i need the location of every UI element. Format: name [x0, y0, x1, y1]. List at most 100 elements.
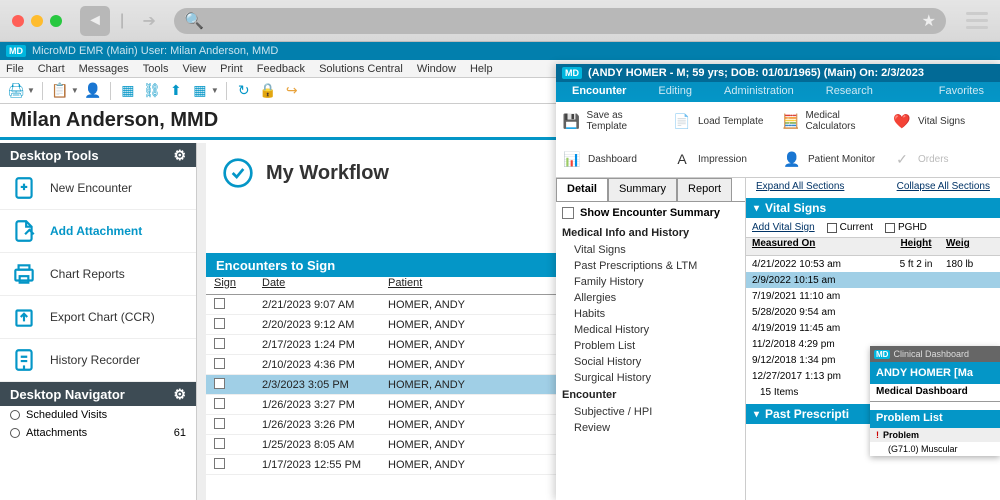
logout-icon[interactable]: ↪ [282, 81, 302, 101]
checkbox-icon[interactable] [214, 398, 225, 409]
mh-habits[interactable]: Habits [556, 306, 745, 322]
tab-favorites[interactable]: Favorites [923, 82, 1000, 102]
checkbox-icon[interactable] [214, 298, 225, 309]
close-icon[interactable] [12, 15, 24, 27]
expand-all-link[interactable]: Expand All Sections [756, 181, 844, 195]
show-encounter-toggle[interactable]: Show Encounter Summary [556, 202, 745, 224]
pghd-checkbox[interactable]: PGHD [885, 222, 927, 233]
detail-panel: DetailSummaryReport Show Encounter Summa… [556, 178, 746, 500]
nav-scheduled-visits[interactable]: Scheduled Visits [0, 406, 196, 424]
detail-tab-report[interactable]: Report [677, 178, 732, 201]
menu-feedback[interactable]: Feedback [257, 63, 305, 75]
menu-window[interactable]: Window [417, 63, 456, 75]
menu-chart[interactable]: Chart [38, 63, 65, 75]
menu-print[interactable]: Print [220, 63, 243, 75]
problem-row[interactable]: (G71.0) Muscular [870, 442, 1000, 456]
doc-icon[interactable]: ▦ [190, 81, 210, 101]
tool-export-chart-ccr-[interactable]: Export Chart (CCR) [0, 296, 196, 339]
clipboard-icon[interactable]: 📋 [50, 81, 70, 101]
mh-family-history[interactable]: Family History [556, 274, 745, 290]
maximize-icon[interactable] [50, 15, 62, 27]
sidebar-scrollbar[interactable] [196, 143, 206, 500]
nav-attachments[interactable]: Attachments61 [0, 424, 196, 442]
detail-tab-summary[interactable]: Summary [608, 178, 677, 201]
medical-dashboard-tab[interactable]: Medical Dashboard [870, 384, 1000, 402]
menu-messages[interactable]: Messages [79, 63, 129, 75]
collapse-all-link[interactable]: Collapse All Sections [897, 181, 990, 195]
minimize-icon[interactable] [31, 15, 43, 27]
tool-add-attachment[interactable]: Add Attachment [0, 210, 196, 253]
ribbon: 💾Save as Template📄Load Template🧮Medical … [556, 102, 1000, 178]
calendar-icon[interactable]: ▦ [118, 81, 138, 101]
vital-sign-row[interactable]: 4/19/2019 11:45 am [746, 320, 1000, 336]
menu-tools[interactable]: Tools [143, 63, 169, 75]
mh-past-prescriptions-ltm[interactable]: Past Prescriptions & LTM [556, 258, 745, 274]
ribbon-icon: 👤 [782, 149, 802, 169]
current-checkbox[interactable]: Current [827, 222, 873, 233]
mh-medical-history[interactable]: Medical History [556, 322, 745, 338]
enc-review[interactable]: Review [556, 420, 745, 436]
mh-vital-signs[interactable]: Vital Signs [556, 242, 745, 258]
checkbox-icon[interactable] [214, 318, 225, 329]
vital-signs-columns: Measured On Height Weig [746, 238, 1000, 256]
upload-icon[interactable]: ⬆ [166, 81, 186, 101]
checkbox-icon[interactable] [214, 458, 225, 469]
alert-icon: ! [876, 430, 879, 440]
checkbox-icon[interactable] [562, 207, 574, 219]
lock-icon[interactable]: 🔒 [258, 81, 278, 101]
tab-encounter[interactable]: Encounter [556, 82, 642, 102]
ribbon-patient-monitor[interactable]: 👤Patient Monitor [776, 140, 886, 178]
detail-tabs: DetailSummaryReport [556, 178, 745, 202]
menu-icon[interactable] [966, 12, 988, 29]
checkbox-icon[interactable] [214, 418, 225, 429]
gear-icon[interactable]: ⚙ [173, 147, 186, 164]
user-icon[interactable]: 👤 [83, 81, 103, 101]
checkbox-icon[interactable] [214, 358, 225, 369]
checkbox-icon[interactable] [214, 338, 225, 349]
menu-file[interactable]: File [6, 63, 24, 75]
ribbon-save-as-template[interactable]: 💾Save as Template [556, 102, 666, 140]
search-icon: 🔍 [184, 11, 204, 31]
menu-view[interactable]: View [182, 63, 206, 75]
vital-sign-row[interactable]: 7/19/2021 11:10 am [746, 288, 1000, 304]
ribbon-dashboard[interactable]: 📊Dashboard [556, 140, 666, 178]
gear-icon[interactable]: ⚙ [173, 386, 186, 403]
expand-controls: Expand All Sections Collapse All Section… [746, 178, 1000, 198]
back-button[interactable]: ◄ [80, 6, 110, 36]
vital-sign-row[interactable]: 4/21/2022 10:53 am5 ft 2 in180 lb [746, 256, 1000, 272]
tool-new-encounter[interactable]: New Encounter [0, 167, 196, 210]
tool-chart-reports[interactable]: Chart Reports [0, 253, 196, 296]
forward-button[interactable]: ➔ [134, 6, 164, 36]
mh-problem-list[interactable]: Problem List [556, 338, 745, 354]
ribbon-medical-calculators[interactable]: 🧮Medical Calculators [776, 102, 886, 140]
ribbon-vital-signs[interactable]: ❤️Vital Signs [886, 102, 996, 140]
link-icon[interactable]: ⛓ [142, 81, 162, 101]
vital-sign-row[interactable]: 2/9/2022 10:15 am [746, 272, 1000, 288]
vital-signs-section-header[interactable]: ▾ Vital Signs [746, 198, 1000, 218]
print-icon[interactable]: 🖨 [6, 81, 26, 101]
ribbon-impression[interactable]: AImpression [666, 140, 776, 178]
ribbon-orders[interactable]: ✓Orders [886, 140, 996, 178]
checkbox-icon[interactable] [214, 378, 225, 389]
add-vital-sign-link[interactable]: Add Vital Sign [752, 222, 815, 233]
tab-administration[interactable]: Administration [708, 82, 810, 102]
tab-editing[interactable]: Editing [642, 82, 708, 102]
enc-subjective-hpi[interactable]: Subjective / HPI [556, 404, 745, 420]
checkbox-icon[interactable] [214, 438, 225, 449]
ribbon-load-template[interactable]: 📄Load Template [666, 102, 776, 140]
title-text: MicroMD EMR (Main) User: Milan Anderson,… [32, 45, 278, 57]
tool-history-recorder[interactable]: History Recorder [0, 339, 196, 382]
clinical-dashboard-title: MD Clinical Dashboard [870, 346, 1000, 362]
tab-research[interactable]: Research [810, 82, 889, 102]
ribbon-icon: ❤️ [892, 111, 912, 131]
menu-solutions-central[interactable]: Solutions Central [319, 63, 403, 75]
vital-sign-row[interactable]: 5/28/2020 9:54 am [746, 304, 1000, 320]
mh-social-history[interactable]: Social History [556, 354, 745, 370]
star-icon[interactable]: ★ [922, 11, 936, 31]
detail-tab-detail[interactable]: Detail [556, 178, 608, 201]
mh-allergies[interactable]: Allergies [556, 290, 745, 306]
refresh-icon[interactable]: ↻ [234, 81, 254, 101]
menu-help[interactable]: Help [470, 63, 493, 75]
url-bar[interactable]: 🔍 ★ [174, 8, 946, 34]
mh-surgical-history[interactable]: Surgical History [556, 370, 745, 386]
